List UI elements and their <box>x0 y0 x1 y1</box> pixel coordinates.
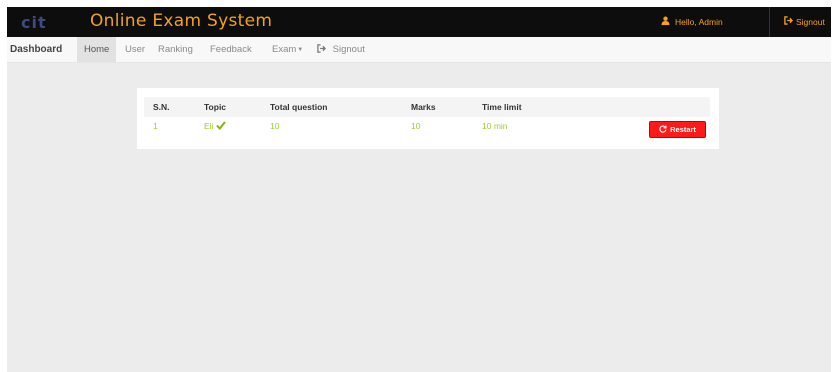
navbar: Dashboard Home User Ranking Feedback Exa… <box>7 37 831 63</box>
nav-brand-dashboard[interactable]: Dashboard <box>10 37 62 62</box>
header-signout-link[interactable]: Signout <box>784 16 825 27</box>
nav-exam-label: Exam <box>272 44 297 55</box>
col-header-topic: Topic <box>204 102 227 112</box>
cell-sn: 1 <box>153 121 158 131</box>
cell-total-question: 10 <box>270 121 280 131</box>
nav-item-exam[interactable]: Exam▼ <box>272 37 303 62</box>
col-header-total-question: Total question <box>270 102 328 112</box>
cell-topic: Eli <box>204 119 227 133</box>
col-header-time-limit: Time limit <box>482 102 522 112</box>
exam-table-panel: S.N. Topic Total question Marks Time lim… <box>137 88 719 149</box>
restart-button[interactable]: Restart <box>649 121 706 138</box>
app-frame: cit Online Exam System Hello, Admin Sign… <box>7 7 831 372</box>
col-header-marks: Marks <box>411 102 436 112</box>
top-header: cit Online Exam System Hello, Admin Sign… <box>7 7 831 37</box>
cell-topic-label: Eli <box>204 121 214 131</box>
signout-icon <box>784 16 793 27</box>
restart-label: Restart <box>670 125 696 134</box>
cell-time-limit: 10 min <box>482 121 508 131</box>
header-divider <box>769 7 770 37</box>
nav-signout-label: Signout <box>332 44 365 55</box>
nav-item-user[interactable]: User <box>125 37 145 62</box>
cell-marks: 10 <box>411 121 421 131</box>
nav-item-feedback[interactable]: Feedback <box>210 37 252 62</box>
col-header-sn: S.N. <box>153 102 170 112</box>
hello-label: Hello, Admin <box>675 16 723 27</box>
header-signout-label: Signout <box>796 16 825 27</box>
nav-item-home[interactable]: Home <box>77 37 117 62</box>
user-greeting[interactable]: Hello, Admin <box>661 16 723 27</box>
caret-down-icon: ▼ <box>297 47 304 53</box>
logo: cit <box>21 13 47 32</box>
nav-item-signout[interactable]: Signout <box>317 37 365 62</box>
signout-icon <box>317 44 329 55</box>
check-icon <box>216 120 227 131</box>
restart-icon <box>659 125 667 135</box>
nav-item-ranking[interactable]: Ranking <box>158 37 193 62</box>
app-title: Online Exam System <box>90 11 273 31</box>
user-icon <box>661 16 670 27</box>
